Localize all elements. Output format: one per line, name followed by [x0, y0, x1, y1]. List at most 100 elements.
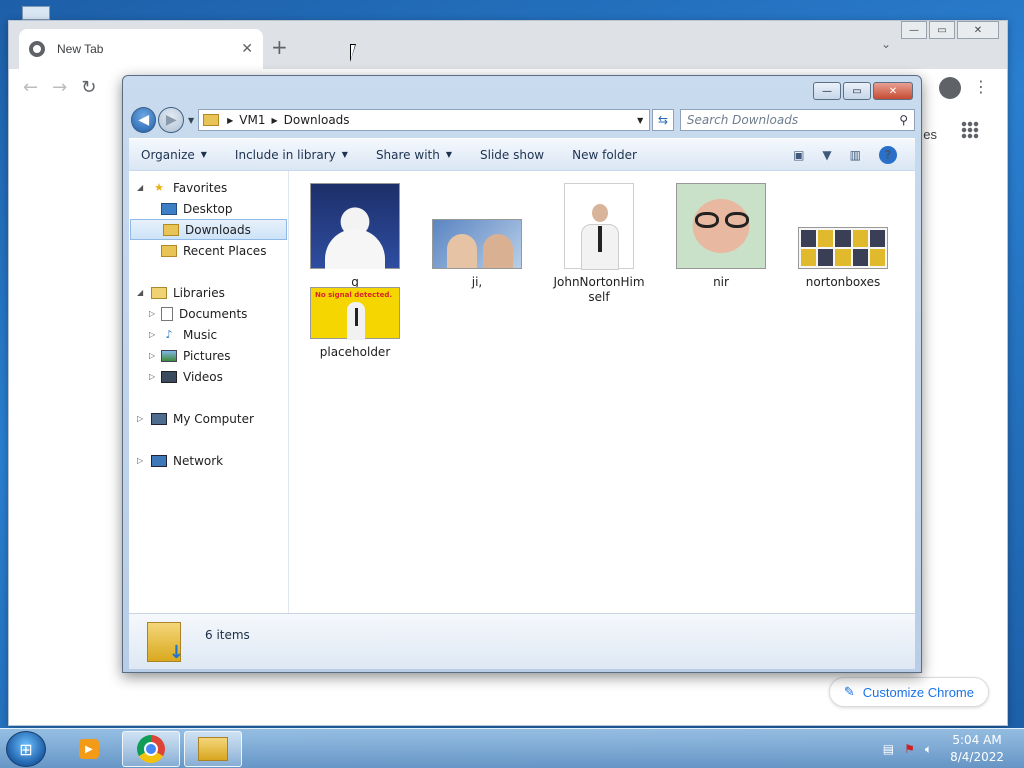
forward-icon[interactable]: →	[52, 77, 67, 98]
start-button[interactable]: ⊞	[6, 731, 46, 767]
profile-icon[interactable]	[939, 77, 961, 99]
close-button[interactable]: ✕	[957, 21, 999, 39]
view-dropdown-icon[interactable]: ▼	[822, 148, 831, 162]
nav-item-recent-places[interactable]: Recent Places	[129, 240, 288, 261]
customize-chrome-label: Customize Chrome	[862, 684, 974, 700]
folder-icon	[203, 114, 220, 126]
volume-icon[interactable]: 🔈︎	[925, 742, 932, 757]
breadcrumb-arrow-icon[interactable]: ▶	[227, 116, 233, 125]
change-view-icon[interactable]: ▣	[793, 148, 804, 162]
expanded-triangle-icon[interactable]: ◢	[137, 288, 143, 297]
music-note-icon: ♪	[165, 328, 173, 341]
nav-label-pictures: Pictures	[183, 348, 231, 363]
taskbar-media-player[interactable]: ▶	[60, 731, 118, 767]
desktop-icon[interactable]	[22, 6, 50, 20]
desktop-icon	[161, 202, 177, 215]
pictures-icon	[161, 349, 177, 362]
collapsed-triangle-icon[interactable]: ▷	[149, 330, 155, 339]
taskbar-chrome[interactable]	[122, 731, 180, 767]
expanded-triangle-icon[interactable]: ◢	[137, 183, 143, 192]
search-input[interactable]: Search Downloads	[687, 113, 899, 127]
file-item-nir[interactable]: nir	[671, 183, 771, 290]
file-item-ji[interactable]: ji,	[427, 183, 527, 290]
network-icon	[151, 454, 167, 467]
breadcrumb-arrow-icon[interactable]: ▶	[271, 116, 277, 125]
collapsed-triangle-icon[interactable]: ▷	[149, 372, 155, 381]
explorer-minimize-button[interactable]: —	[813, 82, 841, 100]
software-boxes-thumbnail-icon	[798, 227, 888, 269]
nav-item-downloads[interactable]: Downloads	[130, 219, 287, 240]
file-item-placeholder[interactable]: No signal detected. placeholder	[305, 283, 405, 360]
new-folder-button[interactable]: New folder	[572, 148, 637, 162]
tab-close-icon[interactable]: ✕	[241, 41, 253, 57]
nav-item-libraries[interactable]: ◢ Libraries	[129, 282, 288, 303]
share-with-label: Share with	[375, 147, 440, 162]
nav-item-documents[interactable]: ▷ Documents	[129, 303, 288, 324]
breadcrumb-vm1[interactable]: VM1	[239, 113, 265, 127]
nav-item-desktop[interactable]: Desktop	[129, 198, 288, 219]
downloads-folder-icon	[163, 223, 179, 236]
help-icon[interactable]: ?	[879, 145, 897, 164]
share-with-button[interactable]: Share with ▼	[376, 148, 452, 162]
preview-pane-icon[interactable]: ▥	[850, 148, 861, 162]
customize-chrome-button[interactable]: ✎ Customize Chrome	[828, 677, 989, 707]
chrome-menu-icon[interactable]: ⋮	[973, 77, 989, 96]
breadcrumb-downloads[interactable]: Downloads	[284, 113, 350, 127]
downloads-folder-large-icon: ↓	[147, 622, 184, 663]
nav-label-my-computer: My Computer	[173, 411, 254, 426]
item-count: 6 items	[205, 628, 250, 642]
chrome-window-controls: — ▭ ✕	[899, 21, 999, 39]
slide-show-button[interactable]: Slide show	[480, 148, 544, 162]
two-people-thumbnail-icon	[432, 219, 522, 269]
refresh-icon[interactable]: ⇆	[652, 109, 674, 131]
explorer-close-button[interactable]: ✕	[873, 82, 913, 100]
include-in-library-button[interactable]: Include in library ▼	[235, 148, 348, 162]
back-button[interactable]: ◀	[131, 107, 157, 133]
maximize-button[interactable]: ▭	[929, 21, 955, 39]
chevron-down-icon: ▼	[341, 150, 348, 159]
nav-item-pictures[interactable]: ▷ Pictures	[129, 345, 288, 366]
nav-item-network[interactable]: ▷ Network	[129, 450, 288, 471]
nav-item-music[interactable]: ▷ ♪ Music	[129, 324, 288, 345]
apps-label[interactable]: es	[923, 127, 937, 142]
clock[interactable]: 5:04 AM 8/4/2022	[950, 732, 1004, 766]
collapsed-triangle-icon[interactable]: ▷	[149, 309, 155, 318]
collapsed-triangle-icon[interactable]: ▷	[149, 351, 155, 360]
taskbar-explorer[interactable]	[184, 731, 242, 767]
recent-pages-dropdown-icon[interactable]: ▼	[188, 116, 194, 125]
action-center-flag-icon[interactable]: ⚑	[904, 742, 915, 756]
videos-icon	[161, 370, 177, 383]
search-box[interactable]: Search Downloads ⚲	[679, 109, 915, 131]
apps-grid-icon[interactable]	[961, 121, 979, 139]
tab-search-icon[interactable]: ⌄	[881, 37, 891, 51]
pencil-icon: ✎	[843, 684, 855, 699]
nav-item-videos[interactable]: ▷ Videos	[129, 366, 288, 387]
tab-title: New Tab	[57, 42, 104, 56]
tab-new-tab[interactable]: New Tab ✕	[19, 29, 263, 69]
address-dropdown-icon[interactable]: ▼	[631, 116, 649, 125]
forward-button[interactable]: ▶	[158, 107, 184, 133]
media-player-icon: ▶	[79, 739, 99, 759]
new-tab-button[interactable]: +	[271, 35, 288, 59]
nav-item-favorites[interactable]: ◢ ★ Favorites	[129, 177, 288, 198]
organize-button[interactable]: Organize ▼	[141, 148, 207, 162]
collapsed-triangle-icon[interactable]: ▷	[137, 414, 143, 423]
file-item-g[interactable]: g	[305, 183, 405, 290]
search-icon[interactable]: ⚲	[899, 113, 908, 127]
minimize-button[interactable]: —	[901, 21, 927, 39]
recent-places-icon	[161, 244, 177, 257]
file-item-johnnortonhimself[interactable]: JohnNortonHimself	[549, 183, 649, 305]
clock-time: 5:04 AM	[952, 733, 1002, 747]
back-icon[interactable]: ←	[23, 77, 38, 98]
nav-item-my-computer[interactable]: ▷ My Computer	[129, 408, 288, 429]
nav-label-network: Network	[173, 453, 224, 468]
address-bar[interactable]: ▶ VM1 ▶ Downloads ▼	[198, 109, 651, 131]
explorer-maximize-button[interactable]: ▭	[843, 82, 871, 100]
collapsed-triangle-icon[interactable]: ▷	[137, 456, 143, 465]
face-with-glasses-thumbnail-icon	[676, 183, 766, 269]
file-name: nir	[713, 275, 729, 289]
reload-icon[interactable]: ↻	[81, 77, 96, 98]
file-item-nortonboxes[interactable]: nortonboxes	[793, 183, 893, 290]
network-status-icon[interactable]: ▤	[883, 742, 894, 756]
include-in-library-label: Include in library	[234, 147, 336, 162]
